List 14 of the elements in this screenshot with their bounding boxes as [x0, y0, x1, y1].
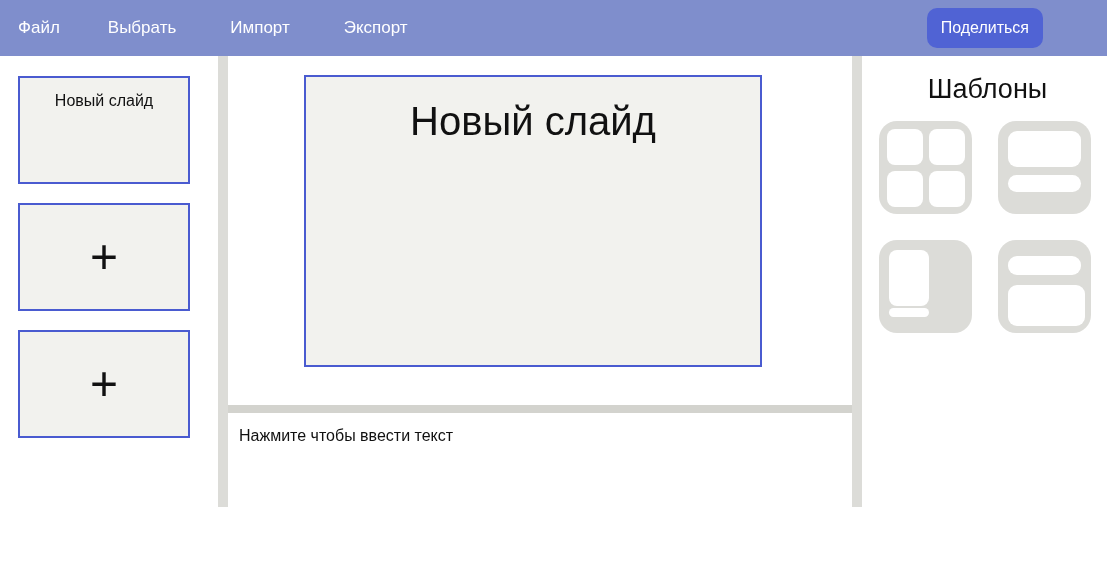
- layout-template-icon[interactable]: [878, 121, 972, 214]
- slide-title[interactable]: Новый слайд: [410, 99, 656, 365]
- notes-placeholder: Нажмите чтобы ввести текст: [239, 427, 454, 444]
- add-slide-button[interactable]: +: [18, 330, 190, 438]
- notes-field[interactable]: Нажмите чтобы ввести текст: [228, 413, 852, 507]
- slide-canvas[interactable]: Новый слайд: [304, 75, 762, 367]
- slide-title: Новый слайд: [54, 92, 154, 111]
- layout-template-icon[interactable]: [997, 240, 1091, 333]
- slide-thumbnail[interactable]: Новый слайд: [18, 76, 190, 184]
- share-button[interactable]: Поделиться: [926, 8, 1043, 48]
- add-slide-button[interactable]: +: [18, 203, 190, 311]
- templates-heading: Шаблоны: [927, 74, 1048, 105]
- layout-template-icon[interactable]: [997, 121, 1091, 214]
- layout-template-icon[interactable]: [878, 240, 972, 333]
